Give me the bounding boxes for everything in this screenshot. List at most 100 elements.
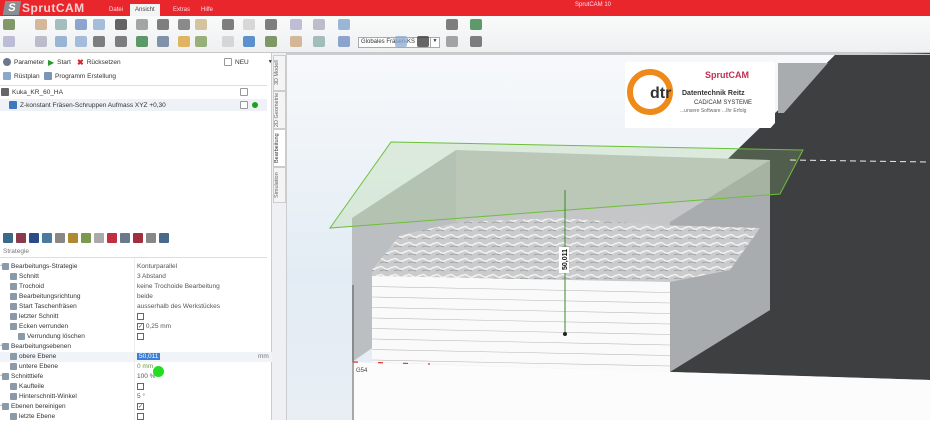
toolbar-tool-icon[interactable] [75, 36, 87, 47]
parameter-button[interactable]: Parameter [3, 58, 44, 66]
toolbar-tool-icon[interactable] [446, 36, 458, 47]
property-value[interactable]: ✓ [137, 403, 144, 410]
property-value[interactable] [137, 333, 144, 340]
toolbar-tool-icon[interactable] [290, 36, 302, 47]
app-logo[interactable]: S SprutCAM [2, 0, 85, 15]
toolbar-tool-icon[interactable] [417, 36, 429, 47]
toolbar-tool-icon[interactable] [290, 19, 302, 30]
property-row[interactable]: −Bearbeitungs-StrategieKonturparallel [0, 262, 272, 272]
reset-button[interactable]: ✖ Rücksetzen [77, 58, 121, 67]
toolbar-tool-icon[interactable] [222, 19, 234, 30]
toolbar-tool-icon[interactable] [195, 19, 207, 30]
setup-sheet-button[interactable]: Rüstplan [3, 72, 40, 80]
tab-3d-model[interactable]: 3D Modell [273, 55, 286, 91]
toolbar-tool-icon[interactable] [178, 36, 190, 47]
property-value[interactable] [137, 383, 144, 390]
property-value[interactable]: Konturparallel [137, 263, 177, 270]
toolbar-tool-icon[interactable] [136, 19, 148, 30]
toolbar-tool-icon[interactable] [313, 19, 325, 30]
property-tab-icon[interactable] [159, 233, 169, 243]
value-input[interactable]: 50,011 [137, 353, 161, 360]
checkbox[interactable] [137, 333, 144, 340]
property-row[interactable]: letzte Ebene [0, 412, 272, 422]
property-row[interactable]: Trochoid keine Trochoide Bearbeitung [0, 282, 272, 292]
checkbox[interactable]: ✓ [137, 403, 144, 410]
toolbar-tool-icon[interactable] [338, 36, 350, 47]
property-row[interactable]: Ecken verrunden ✓ 0,25 mm [0, 322, 272, 332]
toolbar-tool-icon[interactable] [313, 36, 325, 47]
toolbar-tool-icon[interactable] [35, 36, 47, 47]
toolbar-tool-icon[interactable] [470, 19, 482, 30]
menu-tab-extras[interactable]: Extras [168, 4, 195, 16]
tree-item-operation[interactable]: Z-konstant Fräsen-Schruppen Aufmass XYZ … [0, 99, 267, 111]
document-icon[interactable] [240, 101, 248, 109]
tab-2d-geometry[interactable]: 2D Geometrie [273, 91, 286, 129]
property-row[interactable]: −Ebenen bereinigen✓ [0, 402, 272, 412]
property-tab-icon[interactable] [120, 233, 130, 243]
property-tab-icon[interactable] [94, 233, 104, 243]
toolbar-tool-icon[interactable] [157, 19, 169, 30]
checkbox[interactable] [137, 383, 144, 390]
toolbar-tool-icon[interactable] [395, 36, 407, 47]
toolbar-tool-icon[interactable] [470, 36, 482, 47]
toolbar-tool-icon[interactable] [265, 36, 277, 47]
toolbar-tool-icon[interactable] [115, 19, 127, 30]
toolbar-tool-icon[interactable] [3, 36, 15, 47]
start-button[interactable]: ▶ Start [48, 58, 71, 67]
property-tab-icon[interactable] [81, 233, 91, 243]
toolbar-tool-icon[interactable] [222, 36, 234, 47]
toolbar-tool-icon[interactable] [136, 36, 148, 47]
property-tab-icon[interactable] [29, 233, 39, 243]
property-tab-icon[interactable] [107, 233, 117, 243]
tab-simulation[interactable]: Simulation [273, 167, 286, 203]
property-tab-icon[interactable] [68, 233, 78, 243]
checkbox[interactable] [137, 313, 144, 320]
property-row[interactable]: Hinterschnitt-Winkel 5 ° [0, 392, 272, 402]
property-value[interactable]: 0 mm [137, 363, 153, 370]
toolbar-tool-icon[interactable] [93, 36, 105, 47]
toolbar-tool-icon[interactable] [338, 19, 350, 30]
property-value[interactable]: ✓ 0,25 mm [137, 323, 171, 330]
property-row[interactable]: −Schnitttiefe100 % [0, 372, 272, 382]
document-icon[interactable] [240, 88, 248, 96]
checkbox[interactable]: ✓ [137, 323, 144, 330]
property-value[interactable]: beide [137, 293, 153, 300]
toolbar-tool-icon[interactable] [3, 19, 15, 30]
toolbar-tool-icon[interactable] [265, 19, 277, 30]
property-value[interactable] [137, 413, 144, 420]
tree-item-machine[interactable]: Kuka_KR_60_HA [1, 88, 63, 96]
property-row[interactable]: Start Taschenfräsen ausserhalb des Werkst… [0, 302, 272, 312]
toolbar-tool-icon[interactable] [243, 19, 255, 30]
property-row[interactable]: Verrundung löschen [0, 332, 272, 342]
menu-tab-ansicht[interactable]: Ansicht [130, 4, 160, 16]
checkbox[interactable] [137, 413, 144, 420]
property-row[interactable]: Schnitt 3 Abstand [0, 272, 272, 282]
property-row[interactable]: untere Ebene 0 mm [0, 362, 272, 372]
program-creation-button[interactable]: Programm Erstellung [44, 72, 116, 80]
property-value[interactable]: 3 Abstand [137, 273, 166, 280]
property-tab-icon[interactable] [42, 233, 52, 243]
property-row[interactable]: letzter Schnitt [0, 312, 272, 322]
property-tab-icon[interactable] [133, 233, 143, 243]
chevron-down-icon[interactable]: ▼ [430, 38, 439, 47]
property-value[interactable]: ausserhalb des Werkstückes [137, 303, 220, 310]
property-value[interactable]: 5 ° [137, 393, 145, 400]
toolbar-tool-icon[interactable] [93, 19, 105, 30]
property-row[interactable]: Bearbeitungsrichtung beide [0, 292, 272, 302]
property-value[interactable]: keine Trochoide Bearbeitung [137, 283, 220, 290]
toolbar-tool-icon[interactable] [243, 36, 255, 47]
property-value[interactable] [137, 313, 144, 320]
menu-tab-hilfe[interactable]: Hilfe [196, 4, 218, 16]
property-row[interactable]: Kaufteile [0, 382, 272, 392]
toolbar-tool-icon[interactable] [35, 19, 47, 30]
toolbar-tool-icon[interactable] [55, 19, 67, 30]
tab-machining[interactable]: Bearbeitung [273, 129, 286, 167]
toolbar-tool-icon[interactable] [55, 36, 67, 47]
property-tab-icon[interactable] [3, 233, 13, 243]
property-value[interactable]: 50,011 [137, 353, 161, 360]
property-row[interactable]: −Bearbeitungsebenen [0, 342, 272, 352]
toolbar-tool-icon[interactable] [115, 36, 127, 47]
property-tab-icon[interactable] [146, 233, 156, 243]
property-tab-icon[interactable] [55, 233, 65, 243]
property-row[interactable]: obere Ebene50,011mm? [0, 352, 283, 362]
